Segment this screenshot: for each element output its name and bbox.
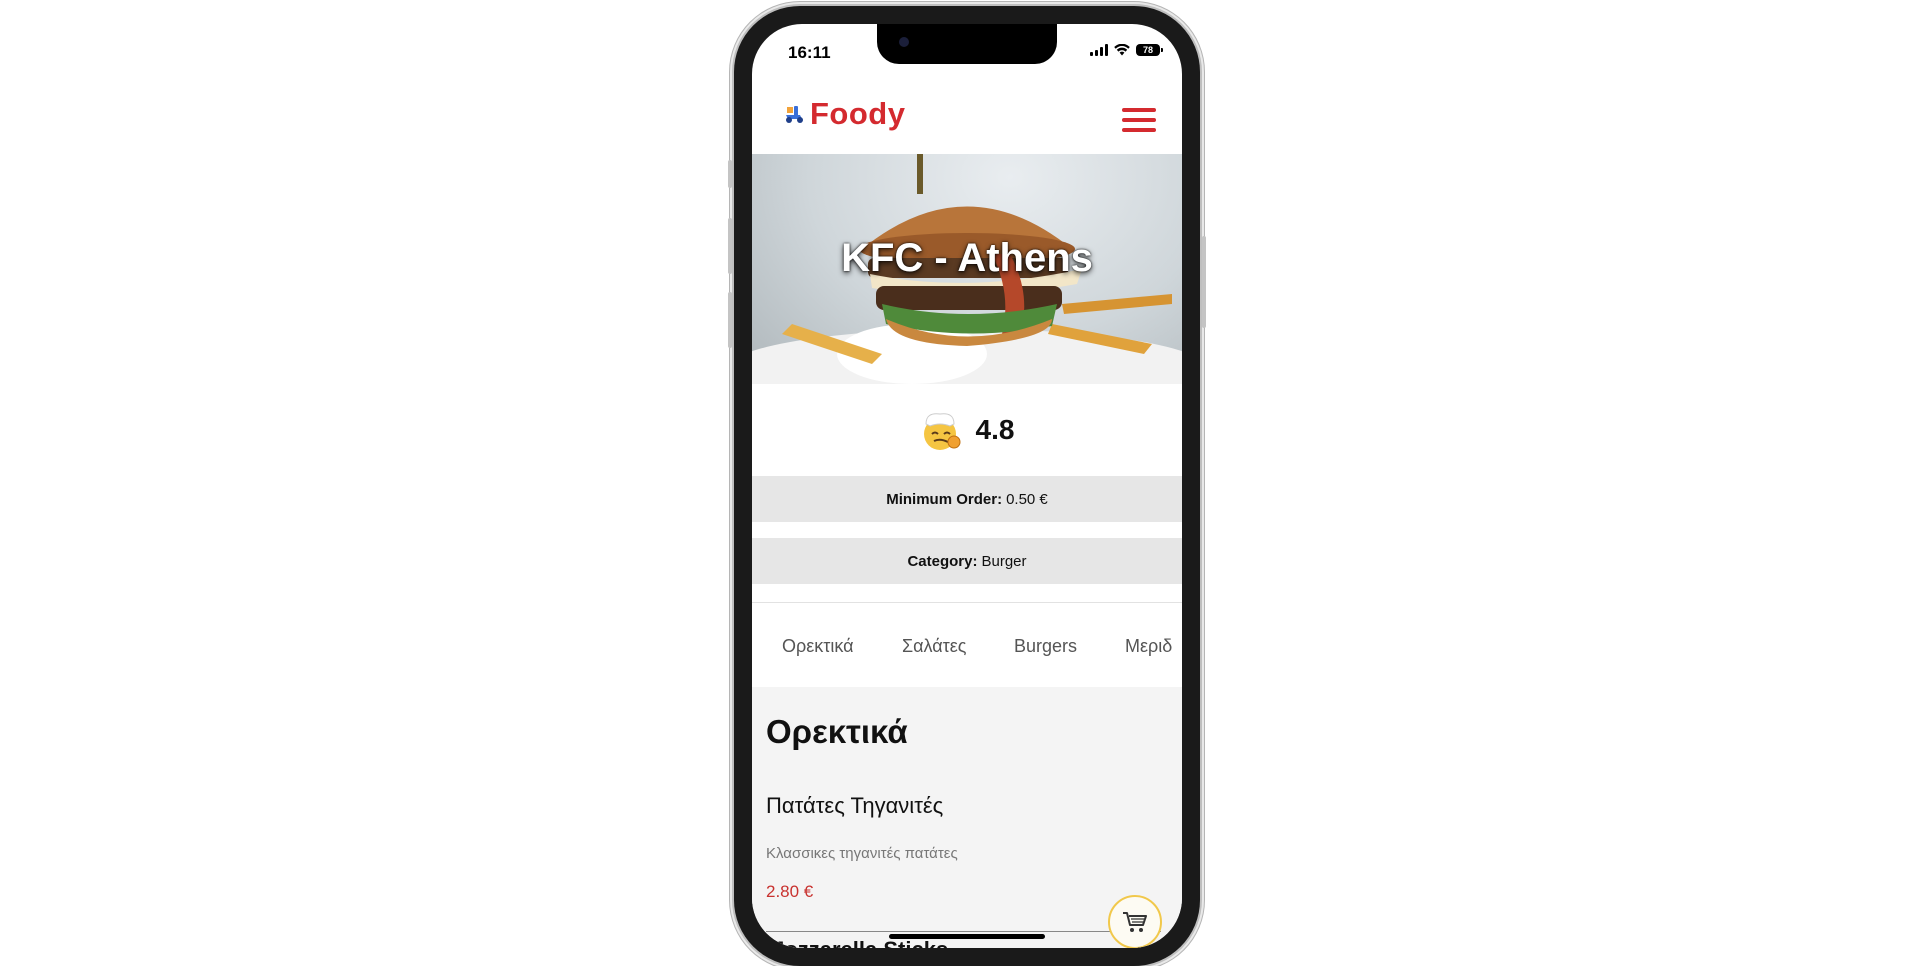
status-icons: 78 (1090, 44, 1163, 56)
item-divider (766, 931, 1161, 932)
minimum-order-value: 0.50 € (1006, 490, 1048, 508)
category-label: Category: (907, 552, 978, 570)
rating: 4.8 (752, 384, 1182, 476)
scooter-logo-icon (786, 106, 803, 123)
app-header: Foody (752, 76, 1182, 154)
notch (877, 24, 1057, 64)
tab-orektika[interactable]: Ορεκτικά (782, 636, 854, 657)
section-title: Ορεκτικά (766, 713, 908, 750)
menu-content: Ορεκτικά Πατάτες Τηγανιτές Κλασσικες τηγ… (752, 687, 1182, 948)
cellular-signal-icon (1090, 44, 1108, 56)
tab-salates[interactable]: Σαλάτες (902, 636, 966, 657)
phone-action-button (728, 160, 732, 188)
restaurant-hero-image: KFC - Athens (752, 154, 1182, 384)
menu-category-tabs[interactable]: Ορεκτικά Σαλάτες Burgers Μεριδ (752, 602, 1182, 687)
tab-burgers[interactable]: Burgers (1014, 636, 1077, 657)
category-value: Burger (981, 552, 1027, 570)
phone-volume-down-button (728, 292, 732, 348)
menu-item-name[interactable]: Πατάτες Τηγανιτές (766, 793, 943, 819)
minimum-order-label: Minimum Order: (886, 490, 1003, 508)
shopping-cart-icon (1123, 912, 1147, 932)
phone-volume-up-button (728, 218, 732, 274)
menu-item-description: Κλασσικες τηγανιτές πατάτες (766, 845, 958, 862)
front-camera (899, 37, 909, 47)
cart-button[interactable] (1108, 895, 1162, 948)
wifi-icon (1114, 44, 1130, 56)
menu-item-price: 2.80 € (766, 882, 814, 901)
rating-value: 4.8 (975, 414, 1015, 445)
phone-screen: 16:11 78 Foody KFC - Athens 4.8 Minimum … (752, 24, 1182, 948)
chef-emoji-icon (923, 413, 961, 450)
logo-text: Foody (810, 96, 906, 131)
status-time: 16:11 (788, 43, 831, 62)
minimum-order-bar: Minimum Order: 0.50 € (752, 476, 1182, 522)
category-bar: Category: Burger (752, 538, 1182, 584)
home-indicator[interactable] (889, 934, 1045, 939)
phone-power-button (1202, 236, 1206, 328)
foody-logo[interactable]: Foody (784, 96, 906, 132)
tab-merides[interactable]: Μεριδ (1125, 636, 1172, 657)
hamburger-menu-icon[interactable] (1122, 108, 1156, 132)
phone-frame: 16:11 78 Foody KFC - Athens 4.8 Minimum … (728, 6, 1206, 966)
restaurant-name: KFC - Athens (841, 236, 1093, 280)
battery-icon: 78 (1136, 44, 1163, 56)
